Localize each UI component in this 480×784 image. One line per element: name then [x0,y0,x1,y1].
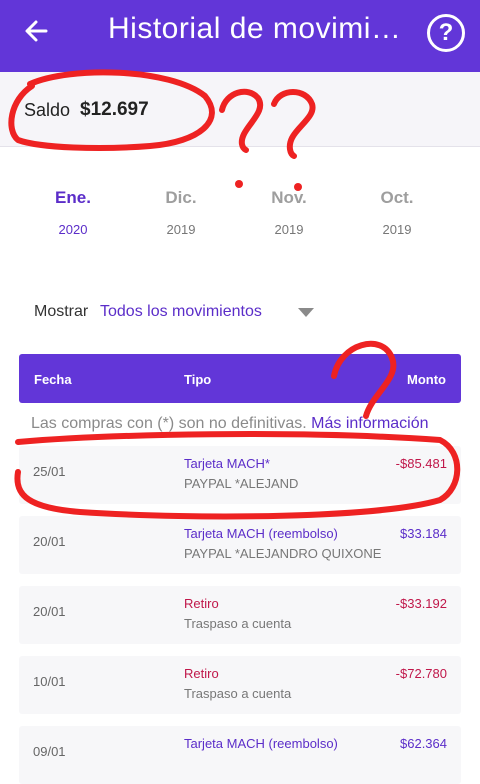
month-tab-year: 2019 [382,222,412,237]
row-amount: $33.184 [400,526,447,541]
table-row[interactable]: 25/01 Tarjeta MACH* PAYPAL *ALEJAND -$85… [19,446,461,504]
row-amount: -$85.481 [395,456,447,471]
table-header: Fecha Tipo Monto [19,354,461,403]
balance-label: Saldo [24,100,71,120]
row-amount: $62.364 [400,736,447,751]
month-tab-jan[interactable]: Ene. 2020 [23,188,123,237]
more-info-link[interactable]: Más información [311,415,428,432]
annotation-dot [235,180,243,188]
chevron-down-icon[interactable] [298,308,314,317]
app-header: Historial de movimientos ? [0,0,480,72]
page-title: Historial de movimientos [108,12,408,45]
month-tab-year: 2019 [166,222,196,237]
row-description: PAYPAL *ALEJANDRO QUIXONE [184,546,382,561]
row-date: 20/01 [33,604,66,619]
notice-text: Las compras con (*) son no definitivas. [31,415,307,432]
row-type: Tarjeta MACH* [184,456,270,471]
row-type: Retiro [184,666,219,681]
row-date: 20/01 [33,534,66,549]
month-tab-label: Oct. [380,188,414,207]
table-row[interactable]: 20/01 Tarjeta MACH (reembolso) PAYPAL *A… [19,516,461,574]
row-amount: -$72.780 [395,666,447,681]
row-type: Tarjeta MACH (reembolso) [184,526,338,541]
help-icon[interactable]: ? [427,14,465,52]
month-tab-nov[interactable]: Nov. 2019 [239,188,339,237]
table-row[interactable]: 09/01 Tarjeta MACH (reembolso) $62.364 [19,726,461,784]
table-row[interactable]: 20/01 Retiro Traspaso a cuenta -$33.192 [19,586,461,644]
month-tab-label: Dic. [165,188,197,207]
row-amount: -$33.192 [395,596,447,611]
month-tab-year: 2020 [58,222,88,237]
pending-purchases-notice: Las compras con (*) son no definitivas. … [31,415,429,433]
row-type: Retiro [184,596,219,611]
month-tab-label: Nov. [271,188,307,207]
row-description: PAYPAL *ALEJAND [184,476,299,491]
month-tab-dec[interactable]: Dic. 2019 [131,188,231,237]
row-date: 25/01 [33,464,66,479]
month-tab-label: Ene. [55,188,91,207]
month-tab-year: 2019 [274,222,304,237]
column-header-amount: Monto [407,372,446,387]
column-header-date: Fecha [34,372,72,387]
back-arrow-icon[interactable] [20,14,54,48]
filter-label: Mostrar [34,303,89,320]
balance-bar [0,72,480,147]
month-tab-oct[interactable]: Oct. 2019 [347,188,447,237]
row-date: 10/01 [33,674,66,689]
row-description: Traspaso a cuenta [184,686,292,701]
balance-value: $12.697 [80,99,149,120]
column-header-type: Tipo [184,372,212,387]
table-row[interactable]: 10/01 Retiro Traspaso a cuenta -$72.780 [19,656,461,714]
row-type: Tarjeta MACH (reembolso) [184,736,338,751]
filter-dropdown[interactable]: Todos los movimientos [100,303,262,321]
row-description: Traspaso a cuenta [184,616,292,631]
